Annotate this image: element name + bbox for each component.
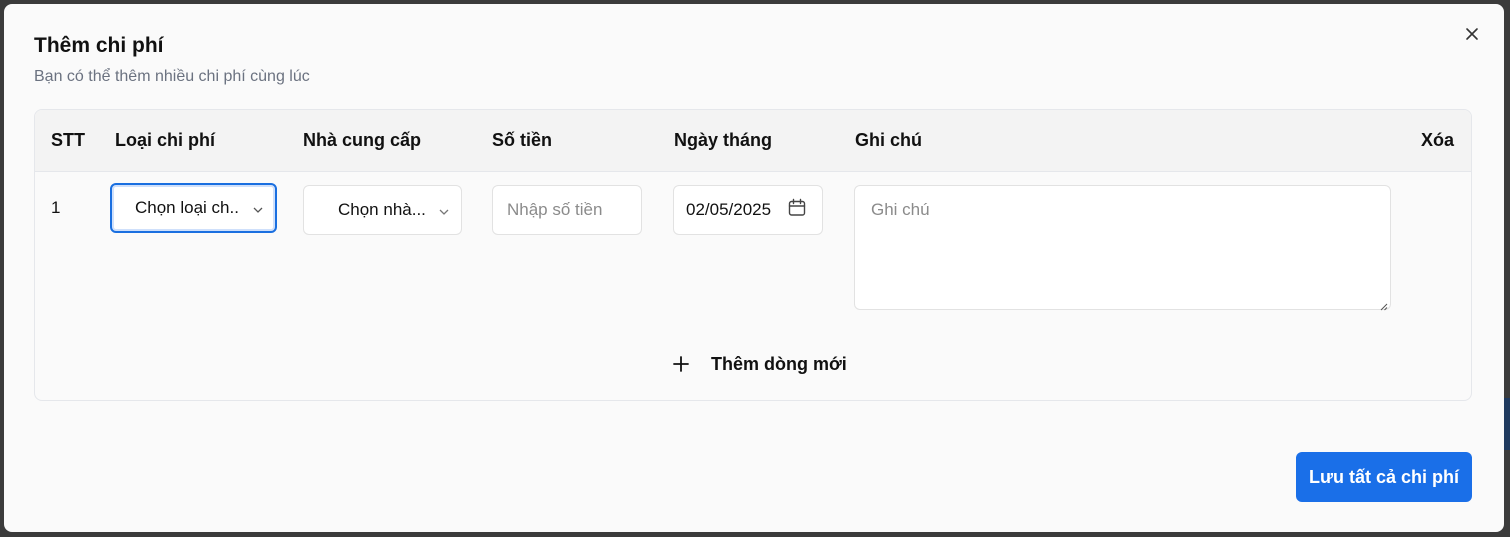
expense-type-select[interactable]: Chọn loại ch.. [110,183,277,233]
amount-input[interactable] [492,185,642,235]
header-stt: STT [51,130,85,150]
date-picker-field[interactable]: 02/05/2025 [673,185,823,235]
table-header: STT Loại chi phí Nhà cung cấp Số tiền Ng… [35,110,1471,172]
supplier-value: Chọn nhà... [338,200,426,219]
chevron-down-icon [253,198,263,218]
expense-table: STT Loại chi phí Nhà cung cấp Số tiền Ng… [34,109,1472,401]
save-all-button[interactable]: Lưu tất cả chi phí [1296,452,1472,502]
resize-grip-icon[interactable] [1380,298,1388,316]
header-date: Ngày tháng [674,130,773,150]
note-textarea[interactable] [854,185,1391,310]
dialog-title: Thêm chi phí [34,34,164,57]
table-row: 1 Chọn loại ch.. Chọn nhà... 02/05/2025 [35,172,1471,332]
date-value: 02/05/2025 [686,200,772,219]
close-button[interactable] [1462,24,1482,44]
supplier-select[interactable]: Chọn nhà... [303,185,462,235]
plus-icon [671,354,691,374]
add-expense-dialog: Thêm chi phí Bạn có thể thêm nhiều chi p… [4,4,1504,532]
header-amount: Số tiền [492,130,553,150]
expense-type-value: Chọn loại ch.. [135,198,239,217]
dialog-subtitle: Bạn có thể thêm nhiều chi phí cùng lúc [34,68,310,85]
row-number: 1 [51,198,61,217]
header-supplier: Nhà cung cấp [303,130,422,150]
header-delete: Xóa [1421,130,1455,150]
header-expense-type: Loại chi phí [115,130,216,150]
close-icon [1466,28,1478,40]
add-row-button[interactable]: Thêm dòng mới [671,350,847,378]
add-row-label: Thêm dòng mới [711,353,847,374]
calendar-icon[interactable] [788,198,806,222]
header-note: Ghi chú [855,130,922,150]
chevron-down-icon [439,200,449,220]
